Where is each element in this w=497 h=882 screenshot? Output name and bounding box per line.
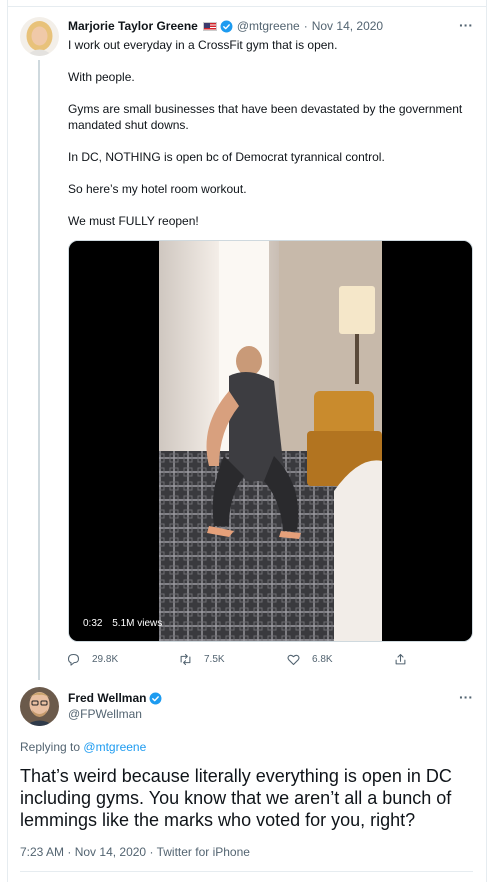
tweet-paragraph: I work out everyday in a CrossFit gym th… (68, 38, 338, 52)
tweet-paragraph: With people. (68, 70, 135, 84)
reply-meta: 7:23 AM · Nov 14, 2020 · Twitter for iPh… (20, 845, 250, 859)
bottom-divider (20, 871, 473, 872)
reply-text: That’s weird because literally everythin… (20, 766, 452, 830)
reply-count: 29.8K (92, 654, 119, 665)
reply-icon (67, 653, 80, 666)
author-handle[interactable]: @mtgreene (237, 19, 300, 33)
share-button[interactable] (393, 652, 419, 667)
share-icon (395, 653, 406, 665)
tweet-header: Marjorie Taylor Greene @mtgreene · Nov 1… (68, 19, 383, 33)
video-meta: 0:32 5.1M views (83, 618, 162, 629)
retweet-icon (180, 653, 191, 666)
reply-author-handle[interactable]: @FPWellman (68, 707, 142, 721)
like-button[interactable]: 6.8K (286, 652, 333, 667)
video-frame (69, 241, 472, 641)
retweet-count: 7.5K (204, 654, 225, 665)
reply-header: Fred Wellman (68, 691, 166, 705)
verified-badge-icon (220, 20, 233, 32)
video-player[interactable]: 0:32 5.1M views (68, 240, 473, 642)
verified-badge-icon (150, 692, 162, 704)
replying-to-handle[interactable]: @mtgreene (83, 740, 146, 754)
tweet-paragraph: So here’s my hotel room workout. (68, 182, 247, 196)
tweet-actions: 29.8K 7.5K 6.8K (66, 652, 416, 670)
more-icon[interactable]: ··· (459, 690, 473, 704)
heart-icon (287, 654, 300, 666)
us-flag-icon (202, 21, 217, 31)
reply-time[interactable]: 7:23 AM (20, 845, 64, 859)
reply-date[interactable]: Nov 14, 2020 (75, 845, 146, 859)
avatar[interactable] (20, 687, 59, 726)
avatar[interactable] (20, 17, 59, 56)
meta-separator: · (67, 845, 72, 859)
replying-to-label: Replying to (20, 740, 81, 754)
video-duration: 0:32 (83, 618, 103, 629)
tweet-paragraph: In DC, NOTHING is open bc of Democrat ty… (68, 150, 385, 164)
tweet-paragraph: Gyms are small businesses that have been… (68, 102, 463, 132)
more-icon[interactable]: ··· (459, 18, 473, 32)
meta-separator: · (303, 19, 308, 33)
tweet-paragraph: We must FULLY reopen! (68, 214, 199, 228)
tweet-date[interactable]: Nov 14, 2020 (312, 19, 383, 33)
reply-source[interactable]: Twitter for iPhone (157, 845, 250, 859)
thread-line (38, 60, 40, 680)
reply-button[interactable]: 29.8K (66, 652, 118, 667)
meta-separator: · (149, 845, 154, 859)
retweet-button[interactable]: 7.5K (178, 652, 225, 667)
reply-author-name[interactable]: Fred Wellman (68, 691, 146, 705)
author-name[interactable]: Marjorie Taylor Greene (68, 19, 198, 33)
replying-to: Replying to @mtgreene (20, 740, 146, 754)
like-count: 6.8K (312, 654, 333, 665)
video-views: 5.1M views (112, 618, 163, 629)
